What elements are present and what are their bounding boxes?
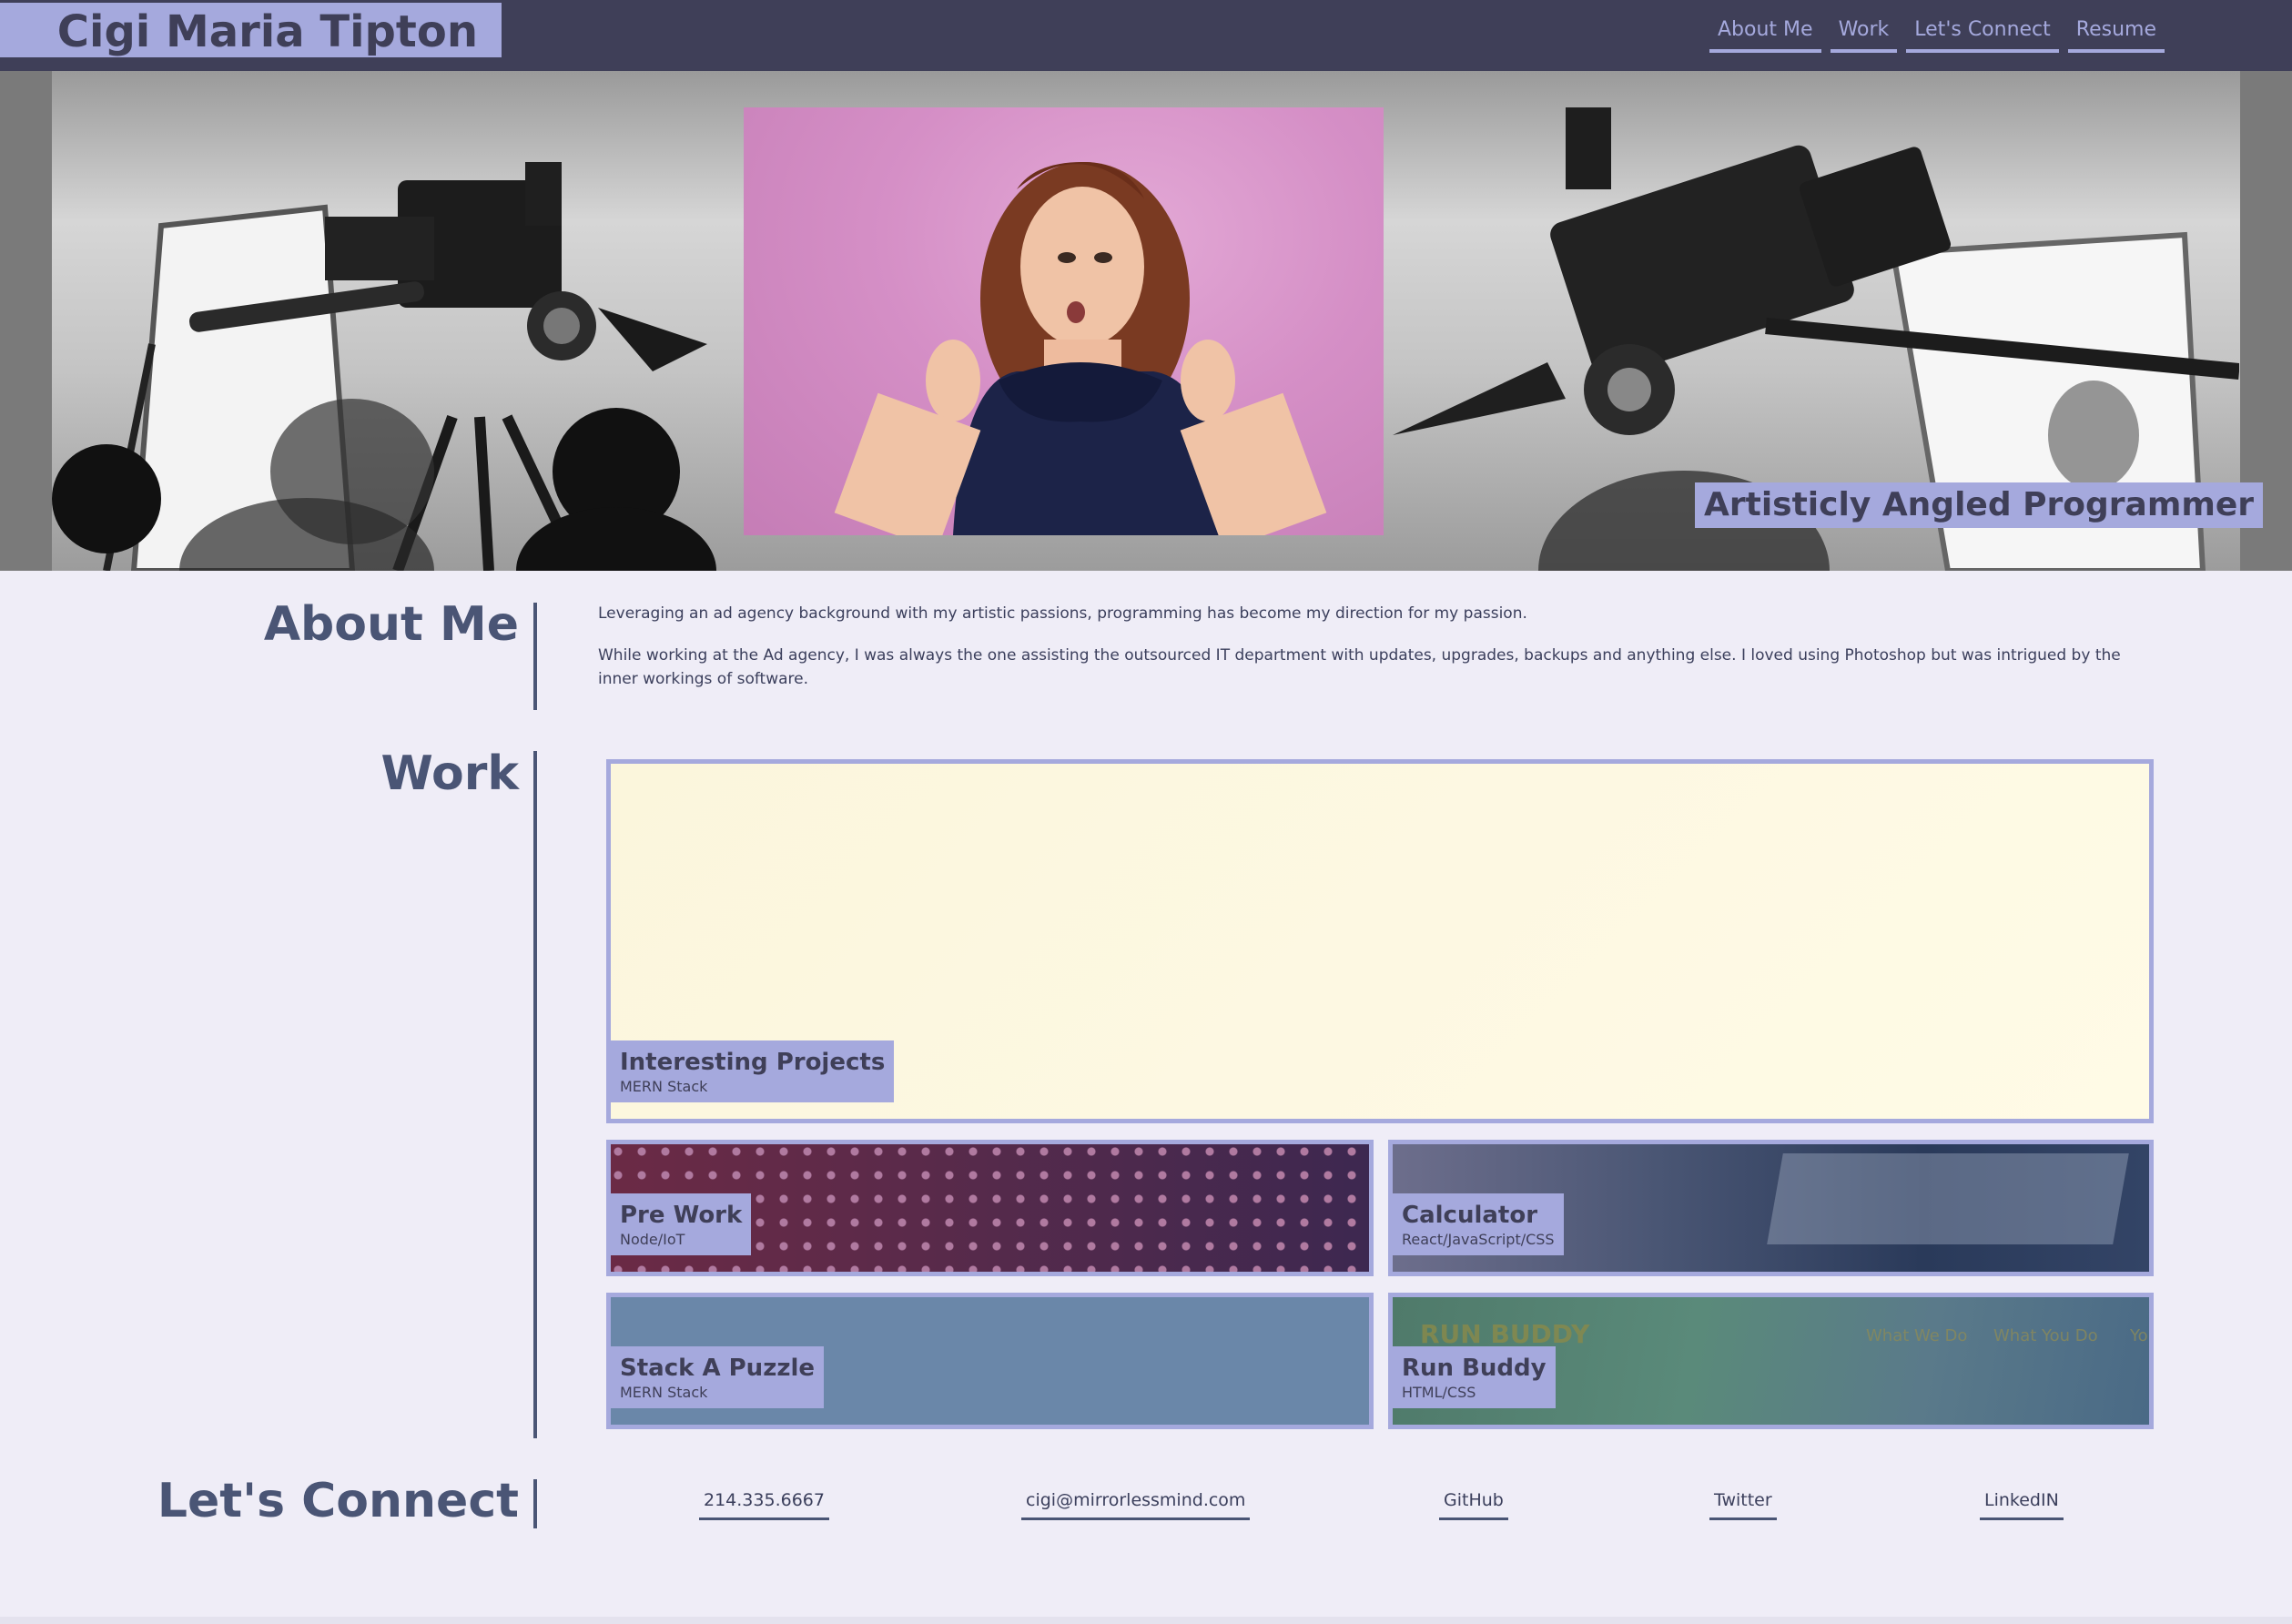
contact-email-link[interactable]: cigi@mirrorlessmind.com — [1021, 1487, 1251, 1520]
run-buddy-nav-3: Yo — [2130, 1326, 2148, 1345]
connect-heading: Let's Connect — [157, 1474, 519, 1528]
nav-resume[interactable]: Resume — [2067, 16, 2165, 53]
about-paragraph-2: While working at the Ad agency, I was al… — [598, 646, 2121, 688]
hero-banner: Artisticly Angled Programmer — [0, 71, 2292, 571]
project-card-interesting-projects[interactable]: Interesting Projects MERN Stack — [606, 759, 2154, 1123]
site-name: Cigi Maria Tipton — [56, 6, 478, 57]
project-title: Interesting Projects — [620, 1049, 886, 1076]
twitter-link[interactable]: Twitter — [1709, 1487, 1777, 1520]
work-divider — [533, 751, 537, 1438]
about-paragraph-1: Leveraging an ad agency background with … — [598, 604, 1527, 623]
project-card-calculator[interactable]: Calculator React/JavaScript/CSS — [1388, 1140, 2154, 1276]
hero-tagline: Artisticly Angled Programmer — [1695, 482, 2264, 528]
run-buddy-nav-1: What We Do — [1866, 1326, 1968, 1345]
project-title: Run Buddy — [1402, 1355, 1547, 1382]
site-logo[interactable]: Cigi Maria Tipton — [0, 3, 502, 57]
project-stack: HTML/CSS — [1402, 1384, 1476, 1401]
project-label: Pre Work Node/IoT — [611, 1193, 752, 1255]
project-stack: MERN Stack — [620, 1078, 708, 1095]
top-header: Cigi Maria Tipton About Me Work Let's Co… — [0, 0, 2292, 71]
portrait-photo — [744, 107, 1384, 535]
about-heading: About Me — [263, 597, 519, 652]
nav-about-me[interactable]: About Me — [1709, 16, 1821, 53]
project-title: Pre Work — [620, 1202, 743, 1229]
project-title: Stack A Puzzle — [620, 1355, 816, 1382]
project-title: Calculator — [1402, 1202, 1538, 1229]
project-label: Run Buddy HTML/CSS — [1393, 1346, 1556, 1408]
camera-crew-left-image — [52, 162, 716, 571]
monitor-shape — [1767, 1153, 2129, 1244]
page-bottom-edge — [0, 1617, 2292, 1624]
run-buddy-nav-2: What You Do — [1993, 1326, 2098, 1345]
project-card-stack-a-puzzle[interactable]: Stack A Puzzle MERN Stack — [606, 1293, 1374, 1429]
project-stack: Node/IoT — [620, 1231, 685, 1248]
work-heading: Work — [380, 746, 519, 801]
project-label: Interesting Projects MERN Stack — [611, 1040, 895, 1102]
project-card-pre-work[interactable]: Pre Work Node/IoT — [606, 1140, 1374, 1276]
main-nav: About Me Work Let's Connect Resume — [1709, 16, 2165, 53]
project-stack: React/JavaScript/CSS — [1402, 1231, 1555, 1248]
connect-divider — [533, 1479, 537, 1528]
portrait-illustration — [834, 162, 1327, 535]
linkedin-link[interactable]: LinkedIN — [1980, 1487, 2064, 1520]
nav-lets-connect[interactable]: Let's Connect — [1906, 16, 2059, 53]
project-stack: MERN Stack — [620, 1384, 708, 1401]
run-buddy-logo-text: RUN BUDDY — [1420, 1319, 1590, 1349]
project-label: Calculator React/JavaScript/CSS — [1393, 1193, 1564, 1255]
github-link[interactable]: GitHub — [1439, 1487, 1508, 1520]
project-label: Stack A Puzzle MERN Stack — [611, 1346, 825, 1408]
about-divider — [533, 603, 537, 710]
contact-phone-link[interactable]: 214.335.6667 — [699, 1487, 829, 1520]
nav-work[interactable]: Work — [1830, 16, 1898, 53]
project-card-run-buddy[interactable]: RUN BUDDY What We Do What You Do Yo Run … — [1388, 1293, 2154, 1429]
